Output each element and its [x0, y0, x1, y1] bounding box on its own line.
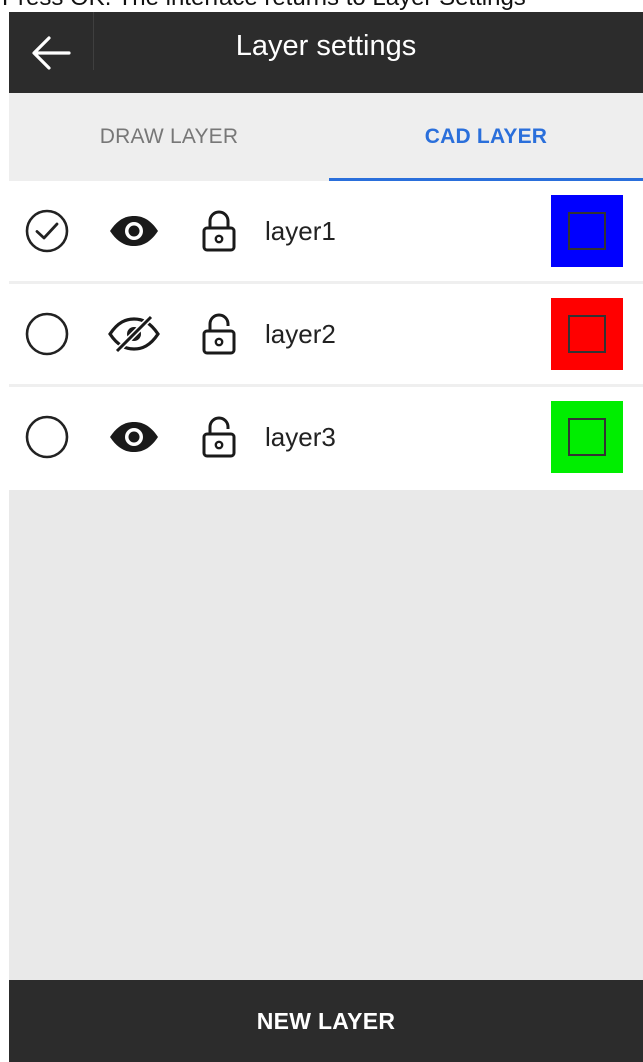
- layer-color-swatch[interactable]: [551, 195, 623, 267]
- swatch-frame: [568, 418, 606, 456]
- empty-circle-icon: [25, 415, 69, 459]
- lock-toggle[interactable]: [199, 181, 239, 281]
- lock-toggle[interactable]: [199, 284, 239, 384]
- lock-closed-icon: [202, 210, 236, 252]
- tab-draw-layer[interactable]: DRAW LAYER: [9, 93, 329, 181]
- check-circle-icon: [25, 209, 69, 253]
- empty-circle-icon: [25, 312, 69, 356]
- visibility-toggle[interactable]: [107, 284, 161, 384]
- layer-color-swatch[interactable]: [551, 401, 623, 473]
- layer-color-swatch[interactable]: [551, 298, 623, 370]
- tab-cad-layer[interactable]: CAD LAYER: [329, 93, 643, 181]
- lock-toggle[interactable]: [199, 387, 239, 487]
- new-layer-button[interactable]: NEW LAYER: [9, 980, 643, 1062]
- layer-select-toggle[interactable]: [23, 181, 71, 281]
- layer-list: layer1 layer2 layer3: [9, 181, 643, 490]
- app-bar: Layer settings: [9, 12, 643, 93]
- layer-tabs: DRAW LAYER CAD LAYER: [9, 93, 643, 181]
- lock-open-icon: [202, 313, 236, 355]
- layer-name: layer2: [265, 319, 336, 349]
- eye-icon: [110, 422, 158, 452]
- page-title: Layer settings: [235, 30, 417, 62]
- swatch-frame: [568, 212, 606, 250]
- caption-text: Press OK. The interface returns to Layer…: [2, 0, 526, 10]
- appbar-divider: [93, 12, 94, 70]
- layer-select-toggle[interactable]: [23, 387, 71, 487]
- swatch-frame: [568, 315, 606, 353]
- layer-row-layer3[interactable]: layer3: [9, 387, 643, 490]
- layer-name: layer3: [265, 422, 336, 452]
- layer-select-toggle[interactable]: [23, 284, 71, 384]
- eye-off-icon: [108, 314, 160, 354]
- layer-name: layer1: [265, 216, 336, 246]
- app-screen: Layer settings DRAW LAYER CAD LAYER laye…: [9, 12, 643, 1062]
- eye-icon: [110, 216, 158, 246]
- page: Press OK. The interface returns to Layer…: [0, 0, 643, 1062]
- visibility-toggle[interactable]: [107, 181, 161, 281]
- layer-row-layer2[interactable]: layer2: [9, 284, 643, 387]
- visibility-toggle[interactable]: [107, 387, 161, 487]
- lock-open-icon: [202, 416, 236, 458]
- caption-strip: Press OK. The interface returns to Layer…: [0, 0, 643, 12]
- layer-row-layer1[interactable]: layer1: [9, 181, 643, 284]
- back-button[interactable]: [9, 12, 93, 93]
- arrow-left-icon: [32, 35, 71, 70]
